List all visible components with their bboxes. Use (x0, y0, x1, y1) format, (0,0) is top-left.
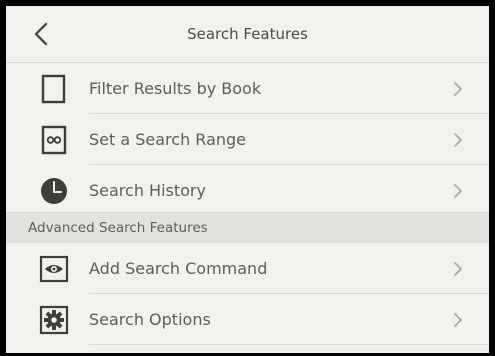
eye-icon (39, 254, 69, 284)
search-history-row[interactable]: Search History (6, 165, 489, 216)
section-label: Advanced Search Features (28, 220, 208, 236)
chevron-right-icon (453, 183, 463, 199)
search-options-row[interactable]: Search Options (6, 294, 489, 345)
row-label: Search History (89, 181, 206, 200)
row-label: Search Options (89, 310, 211, 329)
row-label: Filter Results by Book (89, 79, 262, 98)
set-search-range-row[interactable]: Set a Search Range (6, 114, 489, 165)
row-divider (89, 344, 489, 345)
chevron-right-icon (453, 312, 463, 328)
header-bar: Search Features (6, 6, 489, 63)
filter-results-by-book-row[interactable]: Filter Results by Book (6, 63, 489, 114)
search-features-screen: Search Features Filter Results by Book S… (0, 0, 495, 356)
page-title: Search Features (187, 25, 308, 43)
add-search-command-row[interactable]: Add Search Command (6, 243, 489, 294)
book-icon (39, 74, 69, 104)
clock-icon (39, 176, 69, 206)
row-label: Add Search Command (89, 259, 268, 278)
chevron-right-icon (453, 81, 463, 97)
chevron-left-icon (34, 22, 48, 46)
advanced-search-section-header: Advanced Search Features (6, 212, 489, 243)
back-button[interactable] (30, 20, 54, 48)
row-label: Set a Search Range (89, 130, 247, 149)
gear-icon (39, 305, 69, 335)
chevron-right-icon (453, 261, 463, 277)
range-icon (39, 125, 69, 155)
chevron-right-icon (453, 132, 463, 148)
